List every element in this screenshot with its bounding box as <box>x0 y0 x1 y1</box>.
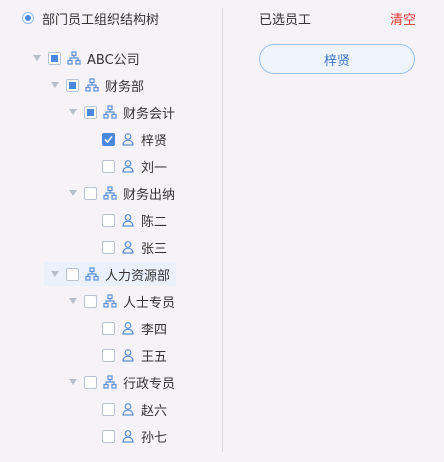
expand-arrow-icon[interactable] <box>32 53 42 63</box>
expand-arrow-icon[interactable] <box>68 377 78 387</box>
tree-node-label: 财务出纳 <box>123 187 176 203</box>
tree-node-org[interactable]: ABC公司 <box>32 46 140 70</box>
org-chart-icon <box>85 267 99 281</box>
tree-node-user[interactable]: 梓贤 <box>86 127 167 151</box>
user-icon <box>121 159 135 173</box>
tree-node-label: 人力资源部 <box>105 268 171 284</box>
tree-node-user[interactable]: 刘一 <box>86 154 167 178</box>
tree-checkbox[interactable] <box>66 267 79 281</box>
tree-checkbox[interactable] <box>102 402 115 416</box>
selected-panel: 已选员工 清空 梓贤 <box>223 0 444 462</box>
tree-node-label: 刘一 <box>141 160 168 176</box>
expand-arrow-icon[interactable] <box>68 107 78 117</box>
tree-node-label: 孙七 <box>141 430 168 446</box>
org-tree-panel: 部门员工组织结构树 ABC公司财务部财务会计梓贤刘一财务出纳陈二张三人力资源部人… <box>0 0 222 462</box>
radio-icon[interactable] <box>22 12 34 24</box>
tree-node-label: 陈二 <box>141 214 168 230</box>
org-tree-title: 部门员工组织结构树 <box>42 12 160 28</box>
tree-node-label: 财务部 <box>105 79 145 95</box>
tree-node-label: 人士专员 <box>123 295 176 311</box>
user-icon <box>121 402 135 416</box>
tree-checkbox[interactable] <box>102 213 115 227</box>
user-icon <box>121 240 135 254</box>
tree-node-label: 行政专员 <box>123 376 176 392</box>
tree-checkbox[interactable] <box>48 51 61 65</box>
tree-checkbox[interactable] <box>84 105 97 119</box>
tree-node-user[interactable]: 李四 <box>86 316 167 340</box>
tree-node-user[interactable]: 王五 <box>86 343 167 367</box>
user-icon <box>121 213 135 227</box>
tree-node-user[interactable]: 张三 <box>86 235 167 259</box>
org-chart-icon <box>85 78 99 92</box>
tree-checkbox[interactable] <box>102 132 115 146</box>
selected-title: 已选员工 <box>259 12 312 28</box>
tree-node-user[interactable]: 陈二 <box>86 208 167 232</box>
tree-checkbox[interactable] <box>102 159 115 173</box>
expand-arrow-icon[interactable] <box>50 80 60 90</box>
tree-checkbox[interactable] <box>84 375 97 389</box>
tree-node-org[interactable]: 财务部 <box>50 73 144 97</box>
expand-arrow-icon[interactable] <box>68 296 78 306</box>
org-chart-icon <box>103 375 117 389</box>
tree-checkbox[interactable] <box>102 240 115 254</box>
tree-node-label: 张三 <box>141 241 168 257</box>
org-chart-icon <box>103 186 117 200</box>
tree-checkbox[interactable] <box>102 348 115 362</box>
tree-node-org[interactable]: 财务出纳 <box>68 181 175 205</box>
expand-arrow-icon[interactable] <box>50 269 60 279</box>
tree-node-org[interactable]: 财务会计 <box>68 100 175 124</box>
org-tree-header: 部门员工组织结构树 <box>22 8 159 28</box>
user-icon <box>121 321 135 335</box>
org-chart-icon <box>67 51 81 65</box>
user-icon <box>121 132 135 146</box>
selected-employee-chip[interactable]: 梓贤 <box>259 44 415 74</box>
tree-checkbox[interactable] <box>84 186 97 200</box>
org-chart-icon <box>103 294 117 308</box>
tree-checkbox[interactable] <box>84 294 97 308</box>
tree-node-org[interactable]: 人士专员 <box>68 289 175 313</box>
user-icon <box>121 429 135 443</box>
clear-button[interactable]: 清空 <box>390 8 416 28</box>
tree-node-label: 梓贤 <box>141 133 168 149</box>
tree-node-label: 财务会计 <box>123 106 176 122</box>
tree-node-label: 赵六 <box>141 403 168 419</box>
tree-checkbox[interactable] <box>102 321 115 335</box>
tree-node-label: 王五 <box>141 349 168 365</box>
tree-node-user[interactable]: 赵六 <box>86 397 167 421</box>
tree-node-org[interactable]: 人力资源部 <box>44 262 177 286</box>
tree-node-label: 李四 <box>141 322 168 338</box>
tree-node-label: ABC公司 <box>87 52 140 68</box>
tree-node-org[interactable]: 行政专员 <box>68 370 175 394</box>
tree-checkbox[interactable] <box>66 78 79 92</box>
tree-node-user[interactable]: 孙七 <box>86 424 167 448</box>
user-icon <box>121 348 135 362</box>
tree-checkbox[interactable] <box>102 429 115 443</box>
expand-arrow-icon[interactable] <box>68 188 78 198</box>
org-chart-icon <box>103 105 117 119</box>
